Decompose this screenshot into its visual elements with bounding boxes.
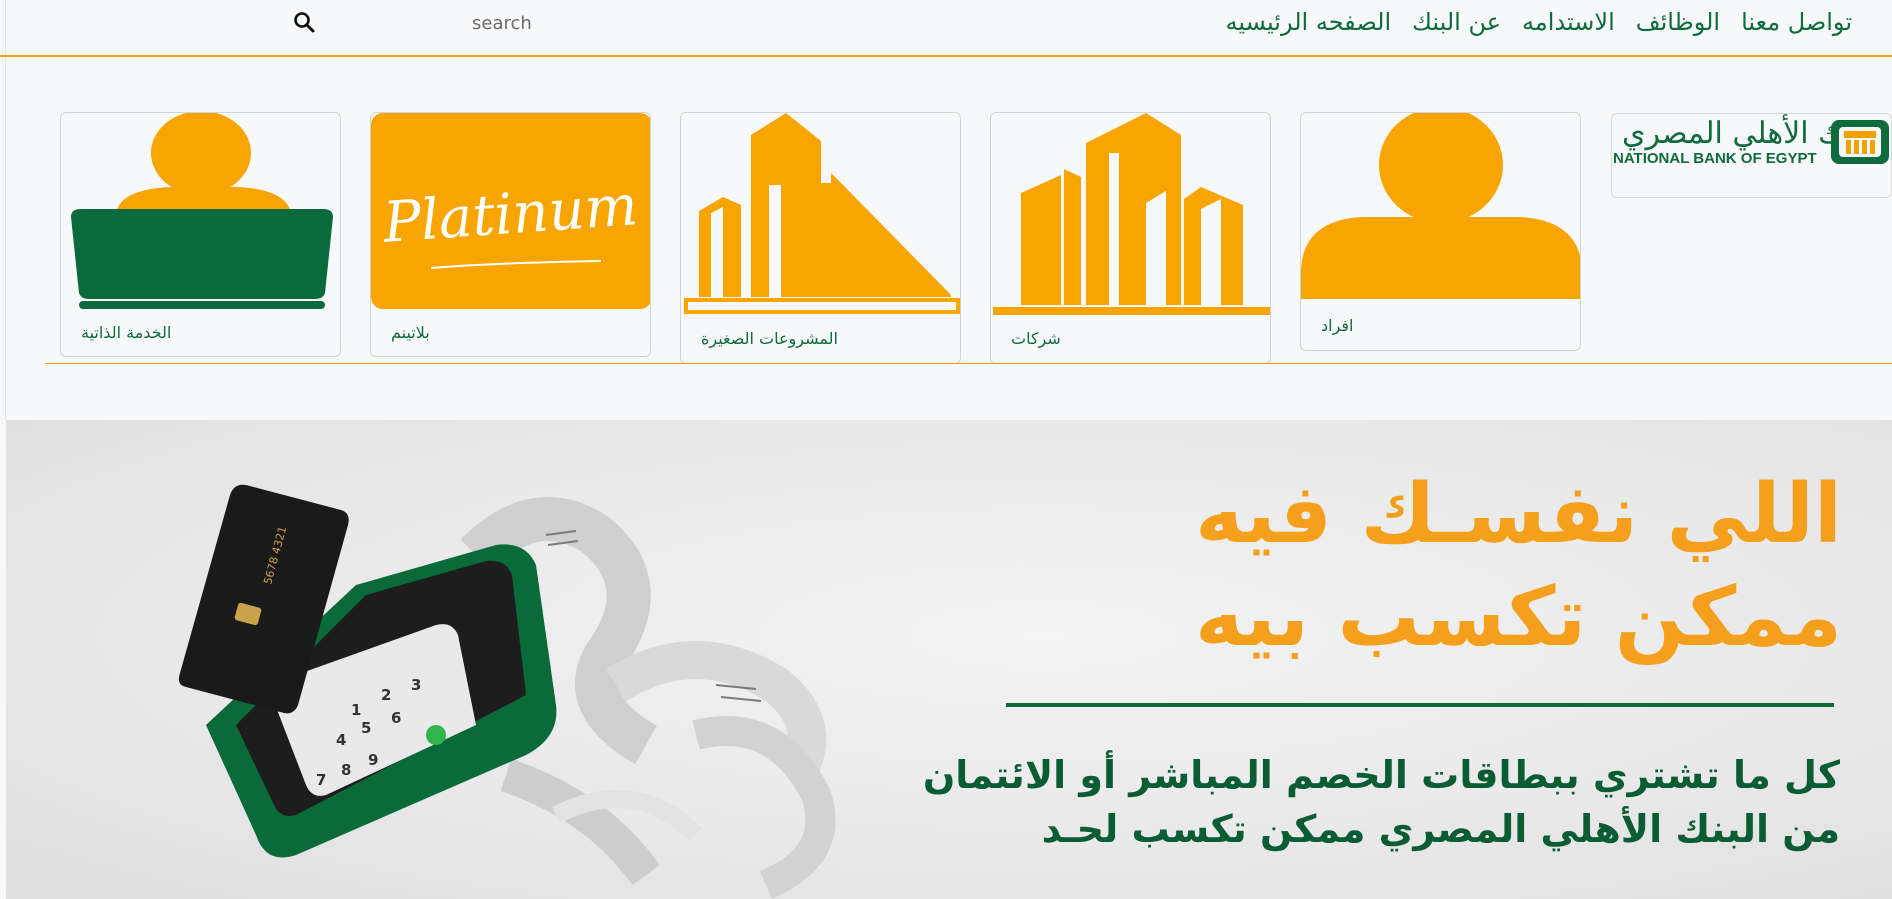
card-individuals-label: افراد: [1321, 316, 1354, 335]
svg-text:4: 4: [336, 731, 346, 749]
card-platinum[interactable]: Platinum بلاتينم: [370, 112, 651, 357]
svg-text:1: 1: [351, 701, 361, 719]
small-business-icon: [684, 113, 960, 314]
card-self-service[interactable]: الخدمة الذاتية: [60, 112, 341, 357]
cards-divider: [45, 363, 1892, 364]
nav-home[interactable]: الصفحه الرئيسيه: [1226, 6, 1392, 40]
banner-headline-line1: اللي نفسـك فيه: [1195, 467, 1842, 562]
banner-subtext-line1: كل ما تشتري ببطاقات الخصم المباشر أو الا…: [922, 753, 1840, 797]
search-input[interactable]: [470, 6, 604, 40]
svg-text:6: 6: [391, 709, 401, 727]
nav-links: تواصل معنا الوظائف الاستدامه عن البنك ال…: [1205, 6, 1852, 40]
top-navbar: تواصل معنا الوظائف الاستدامه عن البنك ال…: [0, 0, 1892, 57]
platinum-icon: Platinum: [371, 113, 650, 309]
pos-terminal-illustration: 231 564 987 5678 4321: [178, 484, 836, 899]
svg-text:7: 7: [316, 771, 326, 789]
nav-contact-us[interactable]: تواصل معنا: [1741, 6, 1852, 40]
bank-logo[interactable]: البنك الأهلي المصري NATIONAL BANK OF EGY…: [1611, 113, 1892, 198]
card-small-businesses[interactable]: المشروعات الصغيرة: [680, 112, 961, 364]
card-platinum-label: بلاتينم: [391, 323, 430, 342]
buildings-icon: [993, 113, 1270, 315]
card-corporates[interactable]: شركات: [990, 112, 1271, 364]
svg-text:5: 5: [361, 719, 371, 737]
card-corporates-label: شركات: [1011, 329, 1061, 348]
person-icon: [1301, 113, 1580, 299]
search-icon[interactable]: [292, 10, 316, 34]
banner-headline-line2: ممكن تكسب بيه: [1194, 570, 1842, 665]
card-self-service-label: الخدمة الذاتية: [81, 323, 172, 342]
banner-subtext-line2: من البنك الأهلي المصري ممكن تكسب لحـد: [1041, 807, 1840, 851]
svg-text:8: 8: [341, 761, 351, 779]
svg-text:9: 9: [368, 751, 378, 769]
svg-text:2: 2: [381, 686, 391, 704]
card-small-businesses-label: المشروعات الصغيرة: [701, 329, 838, 348]
page-left-border: [5, 0, 6, 420]
bank-emblem-icon: [1831, 120, 1889, 164]
nav-jobs[interactable]: الوظائف: [1636, 6, 1720, 40]
self-service-laptop-icon: [71, 113, 333, 309]
svg-text:3: 3: [411, 676, 421, 694]
search-box: [280, 4, 604, 42]
logo-english-text: NATIONAL BANK OF EGYPT: [1613, 150, 1817, 167]
card-individuals[interactable]: افراد: [1300, 112, 1581, 351]
nav-about-bank[interactable]: عن البنك: [1412, 6, 1501, 40]
nav-sustainability[interactable]: الاستدامه: [1522, 6, 1615, 40]
promo-banner[interactable]: 231 564 987 5678 4321 اللي نفسـك فيه ممك…: [6, 420, 1892, 899]
banner-divider: [1006, 703, 1834, 707]
